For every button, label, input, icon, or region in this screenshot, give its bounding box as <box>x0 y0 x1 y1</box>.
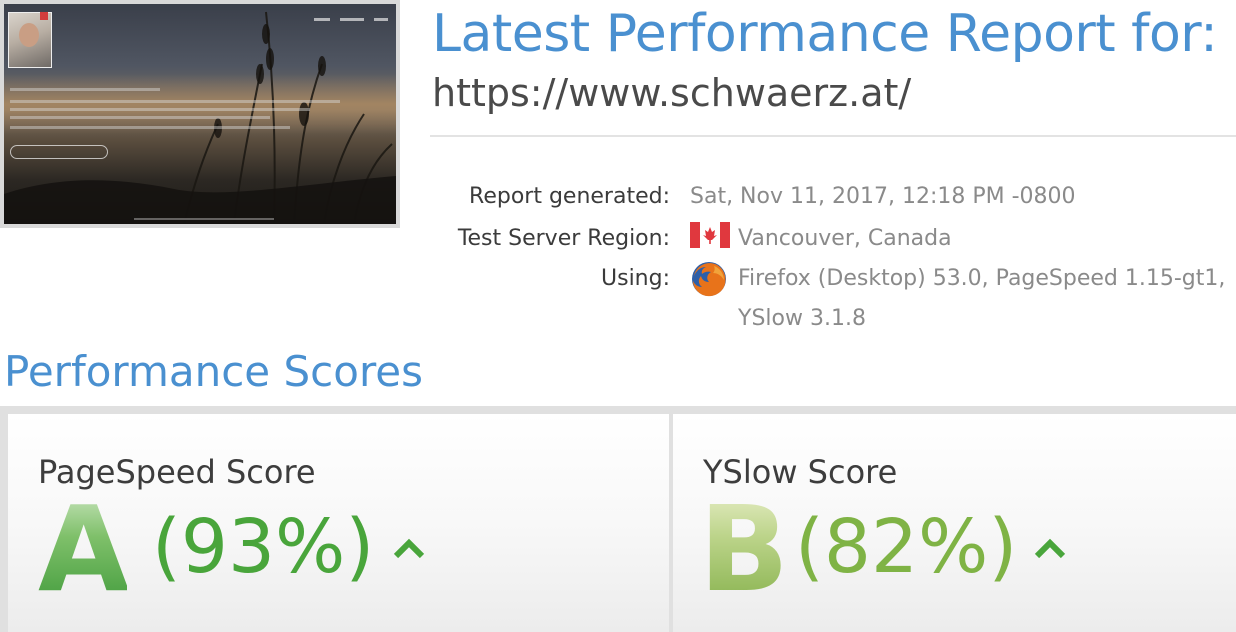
using-value-line2: YSlow 3.1.8 <box>738 306 866 331</box>
using-value-line1: Firefox (Desktop) 53.0, PageSpeed 1.15-g… <box>738 266 1226 291</box>
trend-up-arrow-icon <box>393 538 425 559</box>
report-generated-label: Report generated: <box>469 184 670 209</box>
yslow-percent: (82%) <box>795 504 1018 590</box>
site-avatar-photo <box>8 12 52 68</box>
test-region-label: Test Server Region: <box>457 226 670 251</box>
report-generated-value: Sat, Nov 11, 2017, 12:18 PM -0800 <box>690 184 1076 209</box>
report-url[interactable]: https://www.schwaerz.at/ <box>432 68 911 118</box>
site-contact-button <box>10 145 108 159</box>
firefox-icon <box>692 262 726 297</box>
divider <box>430 135 1236 137</box>
yslow-grade: B <box>699 480 789 618</box>
trend-up-arrow-icon <box>1034 538 1066 559</box>
yslow-score-card[interactable]: YSlow Score B (82%) <box>673 414 1236 632</box>
performance-scores-heading: Performance Scores <box>4 347 424 396</box>
canada-flag-icon <box>690 222 730 248</box>
pagespeed-percent: (93%) <box>152 504 375 590</box>
screenshot-image <box>4 4 396 224</box>
grass-silhouette <box>4 11 396 224</box>
scores-panel: PageSpeed Score A (93%) YSlow Score B (8… <box>0 406 1236 632</box>
site-nav <box>314 18 388 21</box>
site-screenshot-thumbnail[interactable] <box>0 0 400 228</box>
using-label: Using: <box>601 266 670 291</box>
report-page: Latest Performance Report for: https://w… <box>0 0 1236 632</box>
report-title: Latest Performance Report for: <box>432 4 1218 64</box>
test-region-value: Vancouver, Canada <box>738 226 952 251</box>
pagespeed-score-card[interactable]: PageSpeed Score A (93%) <box>8 414 669 632</box>
pagespeed-grade: A <box>38 480 129 618</box>
